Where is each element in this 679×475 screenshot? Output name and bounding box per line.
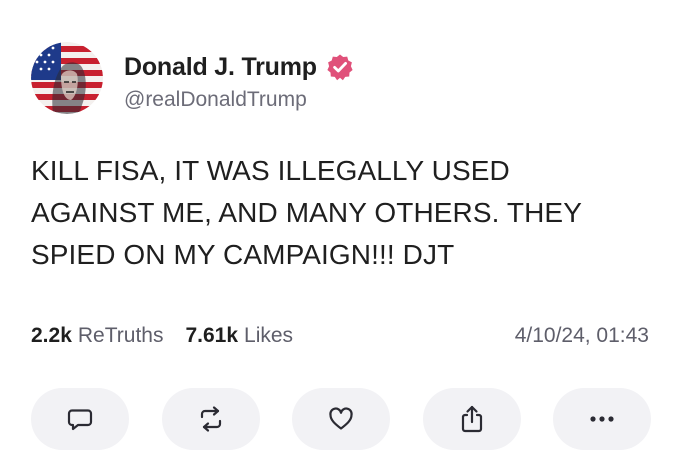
verified-check-icon — [326, 53, 354, 81]
truth-post: Donald J. Trump @realDonaldTrump KILL FI… — [0, 0, 679, 475]
retruths-label: ReTruths — [77, 324, 164, 347]
likes-label: Likes — [244, 324, 294, 347]
post-stats: 2.2k ReTruths 7.61k Likes 4/10/24, 01:43 — [31, 320, 649, 352]
flag-portrait-image — [31, 42, 103, 114]
heart-icon — [329, 407, 353, 430]
retruth-icon — [200, 406, 221, 432]
retruth-button[interactable] — [161, 388, 260, 450]
like-button[interactable] — [292, 388, 390, 450]
more-icon — [590, 416, 614, 422]
share-button[interactable] — [422, 388, 521, 450]
avatar[interactable] — [31, 42, 103, 114]
author-handle[interactable]: @realDonaldTrump — [124, 88, 307, 112]
post-text-line: AGAINST ME, AND MANY OTHERS. THEY — [31, 197, 582, 228]
retruths-stat[interactable]: 2.2k ReTruths — [31, 324, 163, 348]
author-row: Donald J. Trump — [124, 50, 354, 84]
likes-stat[interactable]: 7.61k Likes — [185, 324, 293, 348]
post-body: KILL FISA, IT WAS ILLEGALLY USED AGAINST… — [31, 150, 651, 276]
post-text-line: SPIED ON MY CAMPAIGN!!! DJT — [31, 239, 455, 270]
reply-button[interactable] — [31, 388, 129, 450]
share-icon — [461, 405, 482, 433]
comment-icon — [67, 409, 93, 431]
post-text-line: KILL FISA, IT WAS ILLEGALLY USED — [31, 155, 510, 186]
retruths-count: 2.2k — [31, 324, 72, 347]
action-bar — [31, 388, 651, 450]
author-name[interactable]: Donald J. Trump — [124, 53, 317, 82]
post-timestamp: 4/10/24, 01:43 — [514, 324, 649, 347]
likes-count: 7.61k — [185, 324, 239, 347]
more-options-button[interactable] — [553, 388, 651, 450]
